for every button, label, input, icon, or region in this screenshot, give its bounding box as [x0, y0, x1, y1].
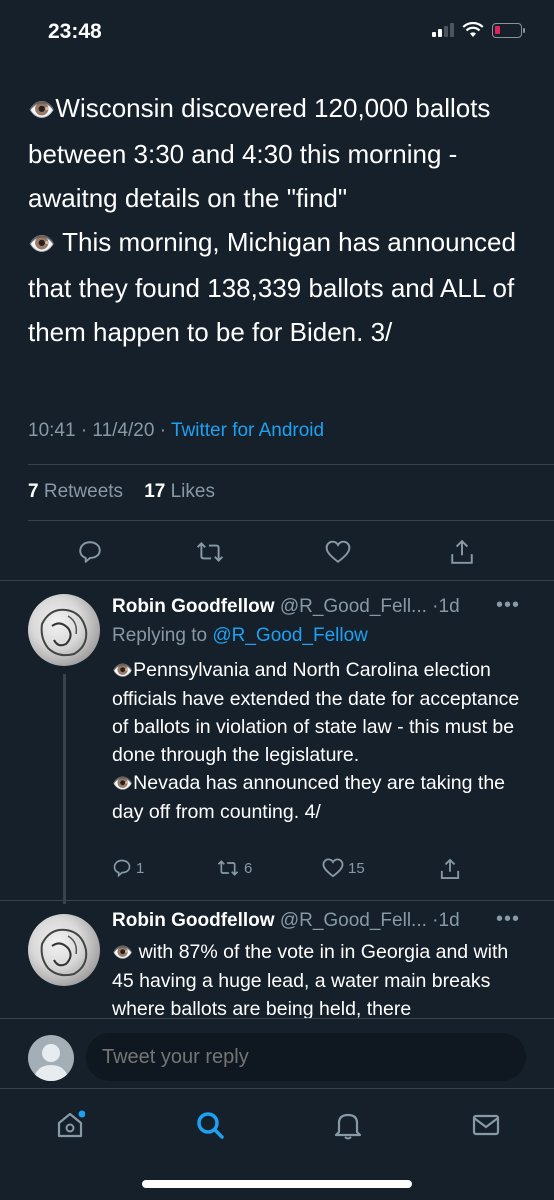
reply-button[interactable] — [70, 532, 110, 572]
default-avatar-icon — [33, 1044, 69, 1081]
reply-icon — [79, 541, 101, 563]
replying-to: Replying to @R_Good_Fellow — [112, 625, 368, 646]
user-avatar[interactable] — [28, 1035, 74, 1081]
divider — [0, 900, 554, 901]
divider — [28, 464, 554, 465]
tweet-stats: 7 Retweets 17 Likes — [28, 481, 215, 503]
retweet-button[interactable]: 6 — [216, 858, 252, 878]
reply-author[interactable]: Robin Goodfellow @R_Good_Fell... ·1d — [112, 596, 460, 618]
avatar[interactable] — [28, 594, 100, 666]
tweet-source-link[interactable]: Twitter for Android — [171, 420, 324, 441]
divider — [0, 580, 554, 581]
more-options-icon[interactable]: ••• — [496, 908, 520, 931]
bell-icon — [334, 1113, 362, 1140]
reply-input[interactable] — [86, 1033, 526, 1081]
retweet-icon — [217, 860, 239, 876]
share-icon — [440, 858, 460, 879]
main-tweet-actions — [0, 532, 554, 572]
avatar-sketch-icon — [40, 608, 88, 657]
tweet-timestamp: 10:41 · 11/4/20 · — [28, 420, 171, 441]
reply-author[interactable]: Robin Goodfellow @R_Good_Fell... ·1d — [112, 910, 460, 932]
search-icon — [197, 1112, 224, 1139]
share-icon — [451, 539, 473, 564]
tab-notifications[interactable] — [328, 1105, 368, 1145]
heart-icon — [325, 540, 351, 563]
status-icons — [432, 22, 525, 38]
reply-button[interactable]: 1 — [112, 858, 144, 878]
avatar-sketch-icon — [40, 928, 88, 977]
tweet-line-1: Wisconsin discovered 120,000 ballots bet… — [28, 93, 491, 213]
battery-icon — [492, 22, 525, 38]
like-button[interactable] — [318, 532, 358, 572]
eye-emoji-icon: 👁️ — [112, 943, 134, 962]
main-tweet-text: 👁️Wisconsin discovered 120,000 ballots b… — [28, 86, 528, 354]
share-button[interactable] — [440, 858, 460, 880]
divider — [28, 520, 554, 521]
status-time: 23:48 — [48, 20, 102, 43]
cellular-signal-icon — [432, 23, 454, 37]
eye-emoji-icon: 👁️ — [112, 661, 134, 680]
mail-icon — [472, 1114, 500, 1136]
tab-messages[interactable] — [466, 1105, 506, 1145]
reply-text: 👁️Pennsylvania and North Carolina electi… — [112, 659, 520, 823]
home-icon — [57, 1110, 85, 1138]
tweet-line-2: This morning, Michigan has announced tha… — [28, 227, 516, 347]
tab-search[interactable] — [190, 1105, 230, 1145]
thread-line — [63, 674, 66, 904]
status-bar: 23:48 — [0, 0, 554, 60]
reply-composer — [0, 1018, 554, 1088]
wifi-icon — [462, 22, 484, 37]
eye-emoji-icon: 👁️ — [28, 97, 56, 122]
more-options-icon[interactable]: ••• — [496, 594, 520, 617]
reply-icon — [113, 859, 131, 878]
likes-stat[interactable]: 17 Likes — [144, 481, 215, 502]
tweet-meta: 10:41 · 11/4/20 · Twitter for Android — [28, 420, 324, 442]
eye-emoji-icon: 👁️ — [112, 774, 134, 793]
home-indicator — [142, 1180, 412, 1188]
reply-text: 👁️ with 87% of the vote in in Georgia an… — [112, 941, 509, 1018]
retweet-icon — [196, 542, 224, 562]
heart-icon — [322, 858, 344, 878]
eye-emoji-icon: 👁️ — [28, 231, 56, 256]
avatar[interactable] — [28, 914, 100, 986]
retweet-button[interactable] — [190, 532, 230, 572]
share-button[interactable] — [442, 532, 482, 572]
replying-to-link[interactable]: @R_Good_Fellow — [212, 625, 368, 646]
retweets-stat[interactable]: 7 Retweets — [28, 481, 123, 502]
tab-home[interactable] — [50, 1105, 90, 1145]
like-button[interactable]: 15 — [322, 858, 365, 878]
bottom-tab-bar — [0, 1088, 554, 1158]
reply-actions: 1 6 15 — [112, 858, 512, 888]
